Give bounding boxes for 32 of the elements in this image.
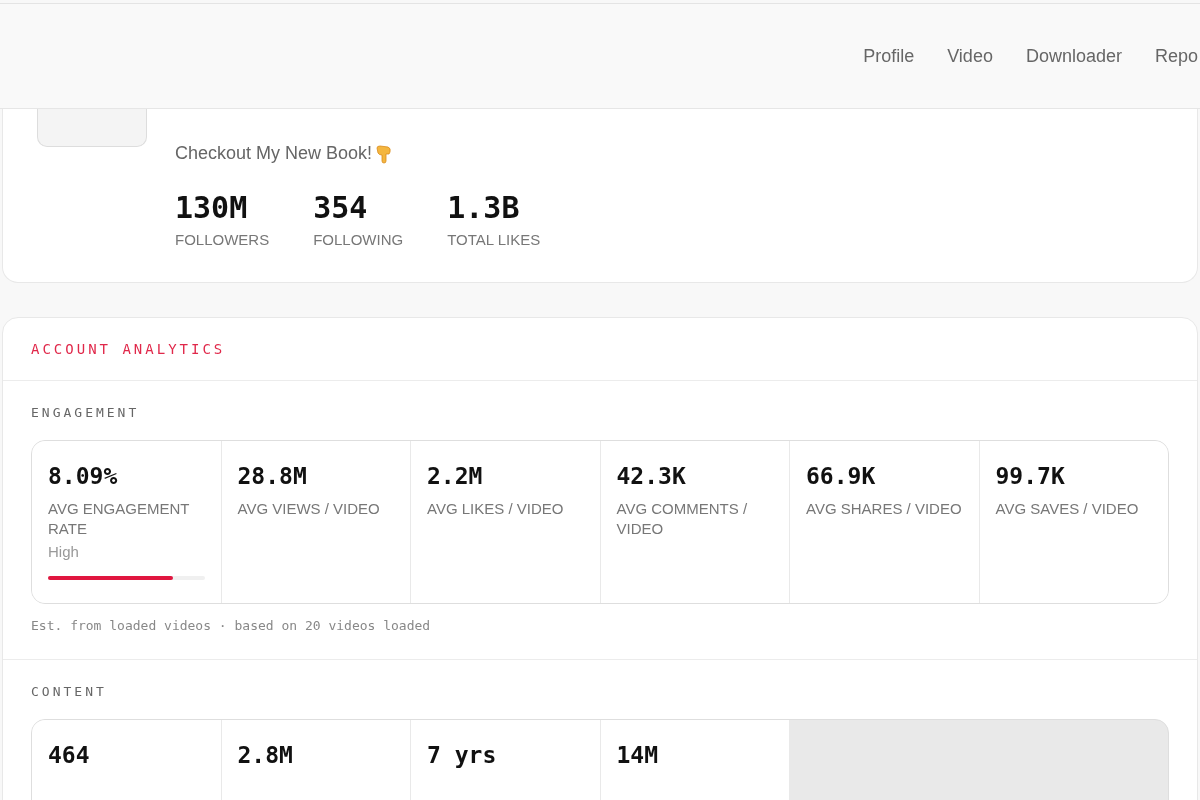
stat-value: 130M — [175, 190, 249, 225]
metric-value: 66.9K — [806, 463, 877, 489]
section-heading: CONTENT — [31, 684, 108, 699]
nav-link[interactable]: Profile — [863, 45, 915, 67]
metric-label: AVG ENGAGEMENT RATE — [48, 499, 191, 539]
metric-value: 2.2M — [427, 463, 484, 489]
stat-value: 354 — [313, 190, 369, 225]
metric-value: 42.3K — [616, 463, 687, 489]
section-title: ACCOUNT ANALYTICS — [31, 341, 226, 357]
metric-value: 14M — [616, 742, 660, 768]
stat-label: FOLLOWERS — [175, 231, 270, 248]
nav-link[interactable]: Repo — [1154, 45, 1198, 67]
stat-label: FOLLOWING — [313, 231, 404, 248]
metric-value: 8.09% — [48, 463, 119, 489]
metric-value: 28.8M — [237, 463, 308, 489]
metric-label: AVG VIEWS / VIDEO — [237, 499, 381, 519]
stat-value: 1.3B — [447, 190, 521, 225]
section-heading: ENGAGEMENT — [31, 405, 141, 420]
metric-label: AVG LIKES / VIDEO — [427, 499, 565, 519]
metric-value: 2.8M — [237, 742, 294, 768]
footnote: Est. from loaded videos · based on 20 videos loaded — [31, 618, 432, 633]
rating-text: High — [48, 543, 80, 560]
stat-label: TOTAL LIKES — [447, 231, 541, 248]
metric-label: AVG SAVES / VIDEO — [995, 499, 1140, 519]
metric-label: AVG COMMENTS / VIDEO — [616, 499, 749, 539]
nav-link[interactable]: Video — [947, 45, 993, 67]
metric-label: AVG SHARES / VIDEO — [806, 499, 963, 519]
metric-value: 464 — [48, 742, 91, 768]
nav-link[interactable]: Downloader — [1025, 45, 1122, 67]
metric-value: 7 yrs — [427, 742, 498, 768]
bio-text: Checkout My New Book! — [175, 143, 373, 164]
metric-value: 99.7K — [995, 463, 1066, 489]
